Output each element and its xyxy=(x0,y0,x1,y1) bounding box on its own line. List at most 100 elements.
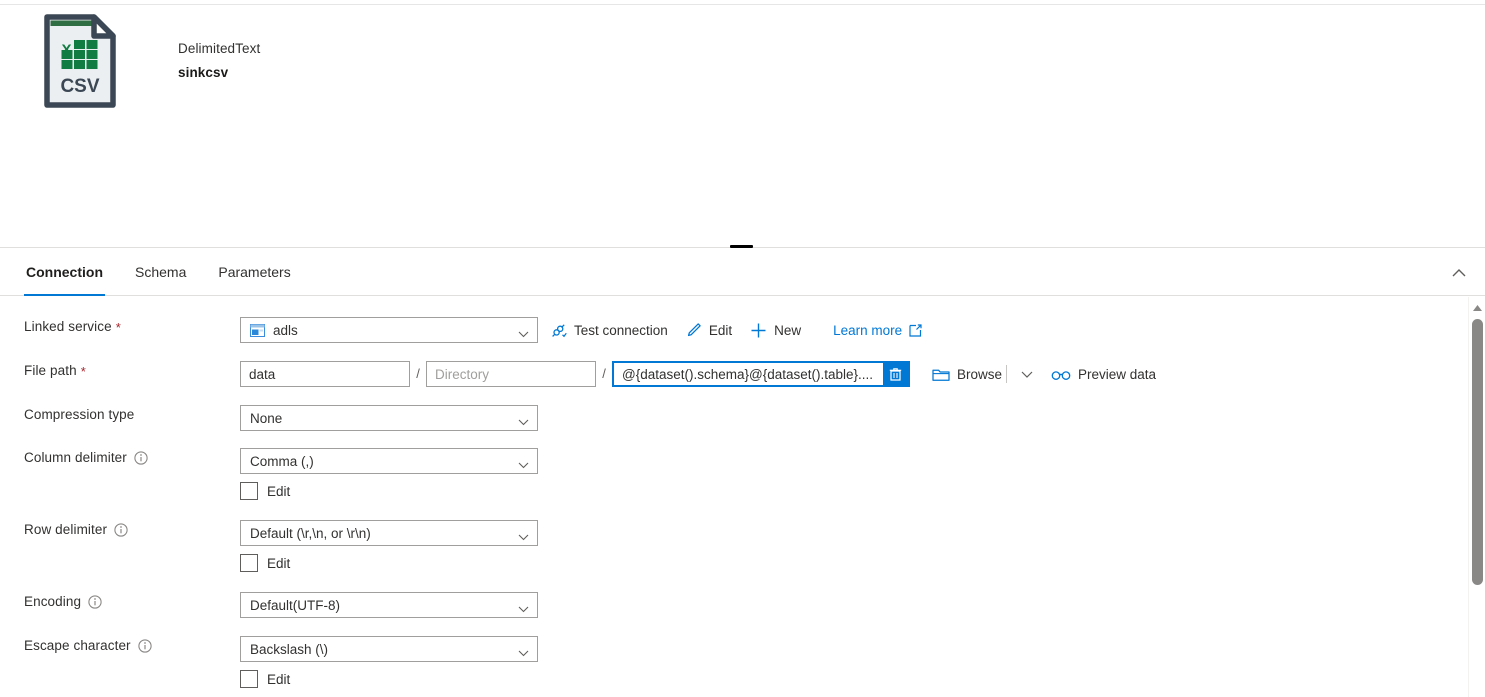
escape-character-label-text: Escape character xyxy=(24,638,131,653)
row-row-delimiter: Row delimiter Default (\r,\n, or \r\n) E… xyxy=(0,520,1440,572)
trash-icon xyxy=(889,367,902,381)
chevron-up-icon xyxy=(1452,268,1466,276)
file-path-container-value: data xyxy=(249,366,276,382)
chevron-down-icon xyxy=(1021,371,1033,378)
info-icon[interactable] xyxy=(134,451,148,465)
row-delimiter-label-text: Row delimiter xyxy=(24,522,108,537)
row-delimiter-select[interactable]: Default (\r,\n, or \r\n) xyxy=(240,520,538,546)
preview-data-label: Preview data xyxy=(1078,366,1157,382)
row-file-path: File path * data / Directory / @{dataset… xyxy=(0,361,1440,387)
file-path-directory-placeholder: Directory xyxy=(435,366,490,382)
tab-parameters-label: Parameters xyxy=(218,264,291,280)
dataset-header: X CSV DelimitedText sinkcsv xyxy=(44,14,260,108)
chevron-down-icon xyxy=(518,529,529,544)
browse-button[interactable]: Browse xyxy=(932,361,1002,387)
dataset-name: sinkcsv xyxy=(178,65,229,80)
row-delimiter-edit-checkbox-row[interactable]: Edit xyxy=(240,554,538,572)
required-asterisk: * xyxy=(115,319,121,335)
browse-label: Browse xyxy=(957,366,1003,382)
plug-icon xyxy=(550,322,567,339)
chevron-down-icon xyxy=(518,414,529,429)
tab-strip: Connection Schema Parameters xyxy=(0,248,1485,296)
scroll-up-arrow-icon[interactable] xyxy=(1469,299,1485,316)
edit-linked-service-button[interactable]: Edit xyxy=(686,317,732,343)
column-delimiter-edit-checkbox[interactable] xyxy=(240,482,258,500)
csv-file-icon: X CSV xyxy=(44,14,116,108)
chevron-down-icon xyxy=(518,601,529,616)
new-label: New xyxy=(774,322,802,338)
row-encoding: Encoding Default(UTF-8) xyxy=(0,592,1440,618)
linked-service-value: adls xyxy=(273,322,298,338)
row-linked-service: Linked service * adls Test connection Ed… xyxy=(0,317,1440,343)
row-escape-character: Escape character Backslash (\) Edit xyxy=(0,636,1440,688)
escape-character-select[interactable]: Backslash (\) xyxy=(240,636,538,662)
new-linked-service-button[interactable]: New xyxy=(750,317,801,343)
tab-connection[interactable]: Connection xyxy=(24,248,105,296)
file-path-container-input[interactable]: data xyxy=(240,361,410,387)
info-icon[interactable] xyxy=(114,523,128,537)
info-icon[interactable] xyxy=(138,639,152,653)
column-delimiter-label-text: Column delimiter xyxy=(24,450,127,465)
external-link-icon xyxy=(909,323,922,337)
tab-schema[interactable]: Schema xyxy=(133,248,188,296)
dataset-type-label: DelimitedText xyxy=(178,41,261,56)
compression-type-value: None xyxy=(250,410,283,426)
dataset-titles: DelimitedText sinkcsv xyxy=(178,14,260,82)
escape-character-edit-checkbox[interactable] xyxy=(240,670,258,688)
top-divider xyxy=(0,4,1485,5)
file-path-file-input[interactable]: @{dataset().schema}@{dataset().table}...… xyxy=(612,361,910,387)
encoding-label-text: Encoding xyxy=(24,594,82,609)
form-scrollbar[interactable] xyxy=(1468,297,1485,697)
column-delimiter-value: Comma (,) xyxy=(250,453,314,469)
test-connection-button[interactable]: Test connection xyxy=(550,317,668,343)
preview-data-button[interactable]: Preview data xyxy=(1051,361,1156,387)
svg-text:CSV: CSV xyxy=(60,76,99,97)
encoding-label: Encoding xyxy=(0,592,240,612)
row-compression-type: Compression type None xyxy=(0,405,1440,431)
compression-type-label: Compression type xyxy=(0,405,240,425)
compression-type-select[interactable]: None xyxy=(240,405,538,431)
collapse-panel-button[interactable] xyxy=(1443,257,1475,287)
column-delimiter-label: Column delimiter xyxy=(0,448,240,468)
file-path-file-value: @{dataset().schema}@{dataset().table}...… xyxy=(622,366,874,382)
tab-parameters[interactable]: Parameters xyxy=(216,248,292,296)
escape-character-label: Escape character xyxy=(0,636,240,656)
folder-icon xyxy=(932,367,950,382)
linked-service-select[interactable]: adls xyxy=(240,317,538,343)
row-delimiter-edit-label: Edit xyxy=(267,555,291,571)
path-separator: / xyxy=(602,366,606,381)
row-delimiter-edit-checkbox[interactable] xyxy=(240,554,258,572)
file-path-directory-input[interactable]: Directory xyxy=(426,361,596,387)
encoding-select[interactable]: Default(UTF-8) xyxy=(240,592,538,618)
scrollbar-thumb[interactable] xyxy=(1472,319,1483,585)
glasses-icon xyxy=(1051,368,1071,381)
column-delimiter-edit-checkbox-row[interactable]: Edit xyxy=(240,482,538,500)
azure-data-lake-storage-icon xyxy=(250,323,265,337)
learn-more-link[interactable]: Learn more xyxy=(833,317,922,343)
connection-form: Linked service * adls Test connection Ed… xyxy=(0,297,1485,697)
chevron-down-icon xyxy=(518,645,529,660)
file-path-label: File path * xyxy=(0,361,240,381)
row-delimiter-value: Default (\r,\n, or \r\n) xyxy=(250,525,371,541)
file-path-actions: Browse Preview data xyxy=(932,361,1174,387)
escape-character-value: Backslash (\) xyxy=(250,641,329,657)
column-delimiter-edit-label: Edit xyxy=(267,483,291,499)
edit-label: Edit xyxy=(708,322,733,338)
row-column-delimiter: Column delimiter Comma (,) Edit xyxy=(0,448,1440,500)
plus-icon xyxy=(750,322,767,339)
tab-schema-label: Schema xyxy=(135,264,187,280)
escape-character-edit-label: Edit xyxy=(267,671,291,687)
browse-options-button[interactable] xyxy=(1017,362,1037,386)
row-delimiter-label: Row delimiter xyxy=(0,520,240,540)
required-asterisk: * xyxy=(80,363,86,379)
encoding-value: Default(UTF-8) xyxy=(250,597,341,613)
delete-file-path-button[interactable] xyxy=(883,363,908,385)
linked-service-label: Linked service * xyxy=(0,317,240,337)
escape-character-edit-checkbox-row[interactable]: Edit xyxy=(240,670,538,688)
pencil-icon xyxy=(686,322,702,338)
column-delimiter-select[interactable]: Comma (,) xyxy=(240,448,538,474)
compression-type-label-text: Compression type xyxy=(24,407,135,422)
info-icon[interactable] xyxy=(88,595,102,609)
tab-connection-label: Connection xyxy=(26,264,103,280)
path-separator: / xyxy=(416,366,420,381)
